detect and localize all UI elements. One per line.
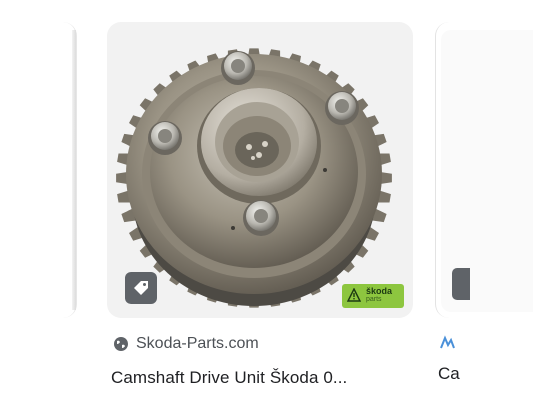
site-favicon-icon bbox=[440, 335, 455, 349]
warning-icon bbox=[347, 288, 361, 302]
result-title[interactable]: Camshaft Drive Unit Škoda 0... bbox=[111, 368, 401, 388]
source-row[interactable]: Skoda-Parts.com bbox=[113, 334, 259, 354]
image-result-card[interactable]: škoda parts Skoda-Parts.com Camshaft Dri… bbox=[107, 22, 413, 400]
next-result-title[interactable]: Ca bbox=[438, 364, 533, 384]
badge-brand-text: škoda bbox=[366, 286, 393, 296]
next-tag-button[interactable] bbox=[452, 268, 470, 300]
thumbnail-frame[interactable]: škoda parts bbox=[107, 22, 413, 318]
source-name[interactable]: Skoda-Parts.com bbox=[136, 335, 259, 353]
brand-badge: škoda parts bbox=[342, 284, 404, 308]
previous-result-card-edge bbox=[72, 30, 76, 310]
previous-result-card[interactable] bbox=[0, 22, 77, 318]
tag-button[interactable] bbox=[125, 272, 157, 304]
globe-icon bbox=[114, 337, 128, 351]
tag-icon bbox=[134, 281, 148, 295]
badge-sub-text: parts bbox=[366, 296, 382, 303]
